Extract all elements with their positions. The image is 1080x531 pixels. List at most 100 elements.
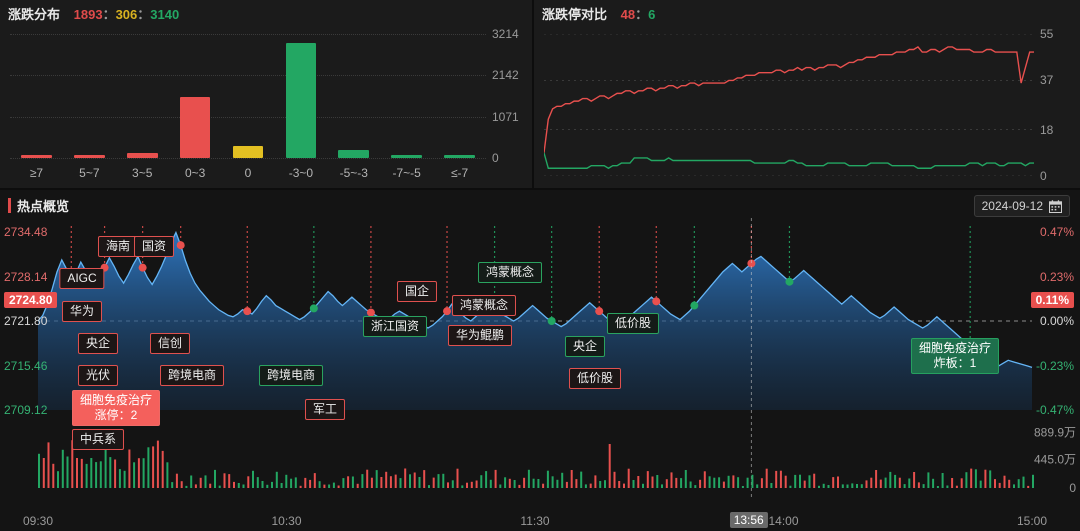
distribution-plot-area: 0 1071 2142 3214 [10,27,519,165]
time-axis: 09:30 10:30 11:30 14:00 15:00 13:56 [0,509,1080,531]
annotation-label: 光伏 [85,368,111,382]
distribution-bar-cell[interactable] [63,34,116,158]
distribution-bar [232,146,264,158]
time-axis-tick: 10:30 [271,514,302,528]
percent-axis-label: 0.00% [1039,314,1074,328]
price-axis-label: 2721.80 [4,314,48,328]
distribution-gridline [10,158,486,159]
distribution-y-tick: 1071 [492,109,519,124]
title-accent-bar [8,198,11,213]
hotspot-annotation-tag[interactable]: 华为鲲鹏 [447,325,513,346]
panel-updown-distribution: 涨跌分布 1893：306：3140 0 1071 2142 3214 ≥7 5~7 3~… [0,0,534,188]
date-picker[interactable]: 2024-09-12 [973,195,1070,217]
annotation-label: 鸿蒙概念 [459,298,509,312]
distribution-bar [391,155,423,158]
count-separator-2: ： [137,7,151,22]
dashboard-root: 涨跌分布 1893：306：3140 0 1071 2142 3214 ≥7 5~7 3~… [0,0,1080,531]
date-picker-value: 2024-09-12 [981,199,1043,213]
distribution-x-tick: 5~7 [79,166,100,180]
hotspot-annotation-tag[interactable]: 国企 [396,281,438,302]
limit-up-count: 48 [620,7,636,22]
annotation-label: 国企 [404,284,430,298]
annotation-label: 海南 [105,239,131,253]
distribution-bar-cell[interactable] [433,34,486,158]
calendar-icon [1048,199,1063,213]
hotspot-annotation-tag[interactable]: 军工 [304,399,346,420]
time-axis-tick: 09:30 [22,514,54,528]
hotspot-annotation-tag[interactable]: 低价股 [606,313,660,334]
hotspot-annotation-tag[interactable]: 浙江国资 [362,316,428,337]
annotation-label: AIGC [67,271,97,285]
hotspot-annotation-tag[interactable]: 低价股 [568,368,622,389]
limit-compare-y-tick: 0 [1040,169,1047,183]
distribution-bar-cell[interactable] [10,34,63,158]
distribution-x-tick: -5~-3 [339,166,368,180]
percent-axis-label: 0.23% [1039,269,1074,284]
hotspot-annotation-tag[interactable]: 跨境电商 [258,365,324,386]
hotspot-annotation-tag[interactable]: 华为 [61,301,103,322]
annotation-label: 军工 [312,402,338,416]
distribution-y-tick: 0 [492,151,499,165]
distribution-bar [285,42,317,158]
top-row: 涨跌分布 1893：306：3140 0 1071 2142 3214 ≥7 5~7 3~… [0,0,1080,188]
price-axis-label: 2728.14 [4,269,48,284]
annotation-label: 跨境电商 [266,368,316,382]
percent-axis-label: -0.23% [1035,358,1074,373]
hotspot-annotation-tag[interactable]: 鸿蒙概念 [477,262,543,283]
distribution-x-tick: -3~0 [288,166,314,180]
annotation-label: 央企 [572,339,598,353]
hotspot-annotation-tag[interactable]: 海南 [97,236,139,257]
percent-axis-label: -0.47% [1035,403,1074,417]
limit-compare-header: 涨跌停对比 48：6 [542,4,655,23]
annotation-sublabel: 涨停：2 [94,408,138,422]
percent-axis-label: 0.11% [1030,291,1074,308]
distribution-x-tick: -7~-5 [392,166,421,180]
limit-compare-y-tick: 55 [1040,27,1054,41]
distribution-x-tick: ≤-7 [450,166,469,180]
distribution-x-tick: 0 [244,166,252,180]
distribution-bar-cell[interactable] [274,34,327,158]
annotation-label: 信创 [157,336,183,350]
hotspot-annotation-tag[interactable]: 鸿蒙概念 [451,295,517,316]
time-axis-tick: 15:00 [1016,514,1048,528]
distribution-y-tick: 2142 [492,68,519,83]
annotation-sublabel: 炸板：1 [933,356,977,370]
annotation-label: 跨境电商 [167,368,217,382]
price-axis-label: 2709.12 [4,403,48,417]
price-axis-label: 2724.80 [4,291,58,308]
limit-separator: ： [635,7,649,22]
distribution-bar-cell[interactable] [380,34,433,158]
page-title: 热点概览 [17,199,70,214]
hotspot-annotation-tag[interactable]: 细胞免疫治疗 涨停：2 [71,390,161,426]
hotspot-annotation-tag[interactable]: 央企 [564,336,606,357]
hotspot-annotation-tag[interactable]: 光伏 [77,365,119,386]
limit-compare-y-tick: 18 [1040,122,1054,137]
annotation-label: 细胞免疫治疗 [79,393,153,407]
hotspot-annotation-tag[interactable]: 中兵系 [71,429,125,450]
distribution-x-axis: ≥7 5~7 3~5 0~3 0 -3~0 -5~-3 -7~-5 ≤-7 [10,166,486,180]
distribution-bar [21,155,52,158]
distribution-bar-cell[interactable] [169,34,222,158]
distribution-bar-cell[interactable] [222,34,275,158]
volume-axis-label: 0 [1069,481,1076,495]
distribution-bar-cell[interactable] [116,34,169,158]
down-count: 3140 [150,7,180,22]
hotspot-annotation-tag[interactable]: 国资 [133,236,175,257]
hotspot-annotation-tag[interactable]: 跨境电商 [159,365,225,386]
hotspot-chart[interactable]: 2734.48 0.47% 2728.14 0.23% 2724.80 0.11% 2721… [0,218,1080,500]
hotspot-annotation-tag[interactable]: 信创 [149,333,191,354]
annotation-label: 低价股 [576,371,614,385]
distribution-bar-cell[interactable] [327,34,380,158]
annotation-label: 中兵系 [79,432,117,446]
limit-compare-y-tick: 37 [1040,73,1054,88]
up-count: 1893 [73,7,103,22]
distribution-y-tick: 3214 [492,27,519,41]
hotspot-annotation-tag[interactable]: AIGC [59,268,105,289]
volume-axis-label: 445.0万 [1033,452,1076,467]
volume-axis-label: 889.9万 [1033,425,1076,440]
time-axis-tick: 11:30 [520,514,550,528]
distribution-x-tick: ≥7 [29,166,44,180]
panel-hotspot-overview: 热点概览 2024-09-12 2734.48 0.47% 2728.14 0.… [0,188,1080,531]
hotspot-annotation-tag[interactable]: 央企 [77,333,119,354]
hotspot-annotation-tag[interactable]: 细胞免疫治疗 炸板：1 [910,338,1000,374]
